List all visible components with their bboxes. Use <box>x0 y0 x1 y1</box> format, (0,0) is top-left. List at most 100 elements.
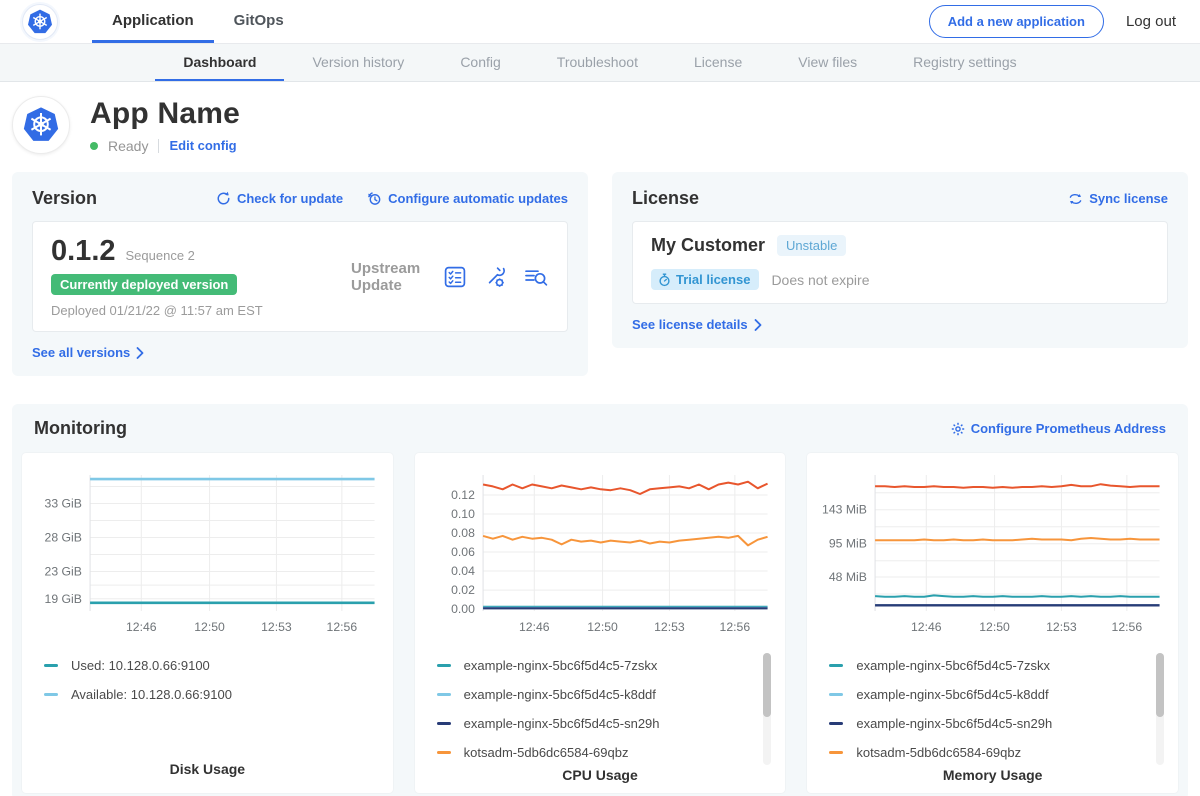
memory-usage-legend: example-nginx-5bc6f5d4c5-7zskxexample-ng… <box>829 651 1166 767</box>
subnav-tab-view-files[interactable]: View files <box>770 44 885 81</box>
legend-item: example-nginx-5bc6f5d4c5-7zskx <box>437 651 774 680</box>
legend-scrollbar[interactable] <box>1156 653 1164 765</box>
license-card-title: License <box>632 188 699 209</box>
monitoring-section: Monitoring Configure Prometheus Address … <box>12 404 1188 796</box>
legend-dash-icon <box>44 693 58 696</box>
svg-text:0.10: 0.10 <box>451 507 475 521</box>
version-card-title: Version <box>32 188 97 209</box>
disk-usage-chart-card: 12:46 12:50 12:53 12:56 33 GiB 28 GiB 23 GiB 19… <box>22 453 393 793</box>
subnav-tab-dashboard[interactable]: Dashboard <box>155 44 284 81</box>
customer-name: My Customer <box>651 235 765 256</box>
svg-text:12:56: 12:56 <box>1112 620 1143 634</box>
svg-text:12:53: 12:53 <box>1046 620 1077 634</box>
svg-text:28 GiB: 28 GiB <box>45 531 82 545</box>
disk-usage-legend: Used: 10.128.0.66:9100 Available: 10.128.… <box>44 651 381 761</box>
legend-label: example-nginx-5bc6f5d4c5-7zskx <box>464 658 658 673</box>
disk-usage-plot: 12:46 12:50 12:53 12:56 33 GiB 28 GiB 23 GiB 19… <box>34 465 381 647</box>
chart-title: Disk Usage <box>34 761 381 783</box>
topnav-tab-application[interactable]: Application <box>92 0 214 43</box>
legend-dash-icon <box>44 664 58 667</box>
monitoring-title: Monitoring <box>34 418 127 439</box>
subnav-tab-troubleshoot[interactable]: Troubleshoot <box>529 44 666 81</box>
add-application-button[interactable]: Add a new application <box>929 5 1104 38</box>
subnav-tab-version-history[interactable]: Version history <box>284 44 432 81</box>
deploy-logs-icon[interactable] <box>523 265 549 289</box>
legend-item: example-nginx-5bc6f5d4c5-k8ddf <box>829 680 1166 709</box>
legend-dash-icon <box>437 751 451 754</box>
svg-text:12:53: 12:53 <box>261 620 292 634</box>
svg-text:12:50: 12:50 <box>194 620 225 634</box>
stopwatch-icon <box>658 273 671 287</box>
legend-item: example-nginx-5bc6f5d4c5-sn29h <box>437 709 774 738</box>
svg-text:12:46: 12:46 <box>911 620 942 634</box>
see-license-details-link[interactable]: See license details <box>632 317 762 332</box>
status-text: Ready <box>108 138 148 154</box>
svg-text:12:56: 12:56 <box>719 620 750 634</box>
deployed-badge: Currently deployed version <box>51 274 237 295</box>
chevron-right-icon <box>136 347 144 359</box>
legend-dash-icon <box>829 751 843 754</box>
svg-text:12:56: 12:56 <box>327 620 358 634</box>
legend-dash-icon <box>829 722 843 725</box>
version-sequence: Sequence 2 <box>126 248 195 263</box>
svg-text:0.08: 0.08 <box>451 526 475 540</box>
legend-scrollbar-thumb[interactable] <box>1156 653 1164 717</box>
svg-text:0.06: 0.06 <box>451 545 475 559</box>
kubernetes-logo-icon <box>26 8 54 36</box>
svg-text:12:46: 12:46 <box>126 620 157 634</box>
legend-label: kotsadm-5db6dc6584-69qbz <box>464 745 629 760</box>
legend-item: Available: 10.128.0.66:9100 <box>44 680 381 709</box>
configure-prometheus-link[interactable]: Configure Prometheus Address <box>951 421 1166 436</box>
legend-item: kotsadm-5db6dc6584-69qbz <box>829 738 1166 767</box>
chart-title: CPU Usage <box>427 767 774 789</box>
legend-dash-icon <box>437 693 451 696</box>
app-header: App Name Ready Edit config <box>0 82 1200 164</box>
topnav-tab-gitops[interactable]: GitOps <box>214 0 304 43</box>
divider <box>158 139 159 153</box>
status-dot <box>90 142 98 150</box>
legend-label: Used: 10.128.0.66:9100 <box>71 658 210 673</box>
legend-item: example-nginx-5bc6f5d4c5-k8ddf <box>437 680 774 709</box>
svg-text:12:46: 12:46 <box>519 620 550 634</box>
version-card: Version Check for update <box>12 172 588 376</box>
cpu-usage-chart-card: 12:4612:5012:5312:560.120.100.080.060.04… <box>415 453 786 793</box>
svg-text:12:50: 12:50 <box>587 620 618 634</box>
subnav-tab-registry-settings[interactable]: Registry settings <box>885 44 1044 81</box>
license-type-badge: Trial license <box>651 269 759 290</box>
svg-text:0.02: 0.02 <box>451 583 475 597</box>
kubernetes-logo[interactable] <box>22 4 58 40</box>
legend-item: kotsadm-5db6dc6584-69qbz <box>437 738 774 767</box>
see-all-versions-link[interactable]: See all versions <box>32 345 144 360</box>
subnav-tab-license[interactable]: License <box>666 44 770 81</box>
version-source: Upstream Update <box>351 260 443 294</box>
configure-automatic-updates-link[interactable]: Configure automatic updates <box>367 191 568 206</box>
legend-item: Used: 10.128.0.66:9100 <box>44 651 381 680</box>
subnav-tab-config[interactable]: Config <box>432 44 528 81</box>
version-number: 0.1.2 <box>51 235 116 268</box>
legend-scrollbar-thumb[interactable] <box>763 653 771 717</box>
legend-dash-icon <box>437 664 451 667</box>
edit-config-link[interactable]: Edit config <box>169 138 236 153</box>
channel-badge: Unstable <box>777 235 846 256</box>
config-wrench-icon[interactable] <box>483 265 507 289</box>
current-version-panel: 0.1.2 Sequence 2 Currently deployed vers… <box>32 221 568 332</box>
svg-text:0.04: 0.04 <box>451 564 475 578</box>
legend-dash-icon <box>829 664 843 667</box>
svg-text:12:50: 12:50 <box>980 620 1011 634</box>
legend-label: example-nginx-5bc6f5d4c5-sn29h <box>464 716 660 731</box>
logout-link[interactable]: Log out <box>1126 13 1176 30</box>
preflight-checks-icon[interactable] <box>443 265 467 289</box>
top-navbar: ApplicationGitOps Add a new application … <box>0 0 1200 44</box>
memory-usage-plot: 12:4612:5012:5312:56143 MiB95 MiB48 MiB <box>819 465 1166 647</box>
svg-text:19 GiB: 19 GiB <box>45 592 82 606</box>
check-for-update-link[interactable]: Check for update <box>216 191 343 206</box>
license-card: License Sync license My Customer Unstabl… <box>612 172 1188 348</box>
legend-scrollbar[interactable] <box>763 653 771 765</box>
memory-usage-chart-card: 12:4612:5012:5312:56143 MiB95 MiB48 MiB … <box>807 453 1178 793</box>
svg-text:23 GiB: 23 GiB <box>45 565 82 579</box>
sync-license-link[interactable]: Sync license <box>1068 191 1168 206</box>
license-panel: My Customer Unstable Trial license Does … <box>632 221 1168 304</box>
legend-label: example-nginx-5bc6f5d4c5-k8ddf <box>856 687 1048 702</box>
svg-text:33 GiB: 33 GiB <box>45 497 82 511</box>
legend-label: Available: 10.128.0.66:9100 <box>71 687 232 702</box>
